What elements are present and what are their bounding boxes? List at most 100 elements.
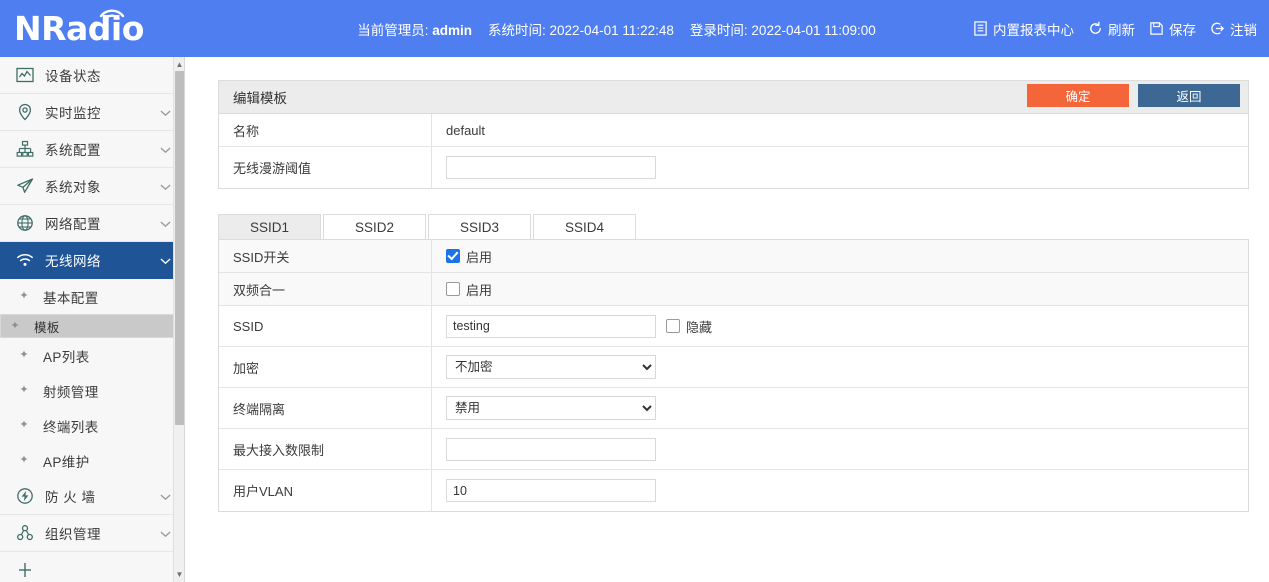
row-label: 最大接入数限制 — [219, 429, 432, 469]
dual-band-checkbox[interactable] — [446, 282, 460, 296]
row-label: 双频合一 — [219, 273, 432, 305]
sidebar-subitem-label: AP维护 — [43, 454, 90, 470]
sidebar-subitem-label: 射频管理 — [43, 384, 99, 400]
system-time-value: 2022-04-01 11:22:48 — [549, 22, 674, 38]
sidebar-item-label: 组织管理 — [45, 527, 101, 542]
row-value: 启用 — [432, 273, 1248, 305]
row-value: 禁用 — [432, 388, 1248, 428]
max-clients-input[interactable] — [446, 437, 656, 461]
sidebar-item-label: 无线网络 — [45, 254, 101, 269]
sidebar-subitem-rf-management[interactable]: ✦ 射频管理 — [0, 373, 184, 408]
save-label: 保存 — [1169, 22, 1196, 38]
sidebar-scrollbar[interactable]: ▲ ▼ — [173, 57, 184, 582]
back-button[interactable]: 返回 — [1138, 84, 1240, 107]
chevron-down-icon — [160, 142, 171, 157]
chevron-down-icon — [160, 489, 171, 504]
sidebar-subitem-ap-maintenance[interactable]: ✦ AP维护 — [0, 443, 184, 478]
sidebar-subitem-label: 模板 — [34, 320, 60, 335]
page-title: 编辑模板 — [233, 91, 287, 106]
save-button[interactable]: 保存 — [1149, 19, 1196, 39]
refresh-button[interactable]: 刷新 — [1088, 19, 1135, 39]
login-time: 登录时间: 2022-04-01 11:09:00 — [690, 19, 876, 39]
ssid-switch-checkbox[interactable] — [446, 249, 460, 263]
refresh-icon — [1088, 21, 1103, 36]
admin-value: admin — [432, 22, 472, 38]
roaming-threshold-input[interactable] — [446, 156, 656, 179]
table-row-client-isolation: 终端隔离 禁用 — [219, 388, 1248, 429]
ssid-hidden-checkbox[interactable] — [666, 319, 680, 333]
scroll-up-arrow-icon[interactable]: ▲ — [174, 58, 184, 71]
report-center-label: 内置报表中心 — [993, 22, 1074, 38]
admin-label: 当前管理员: — [357, 22, 429, 38]
ssid1-form-table: SSID开关 启用 双频合一 启用 SSID testing 隐藏 加密 不加密… — [218, 240, 1249, 512]
tab-ssid4[interactable]: SSID4 — [533, 214, 636, 239]
user-vlan-input[interactable] — [446, 479, 656, 502]
sidebar-item-firewall[interactable]: 防 火 墙 — [0, 478, 184, 515]
tab-ssid1[interactable]: SSID1 — [218, 214, 321, 239]
dual-band-checkbox-group[interactable]: 启用 — [446, 280, 492, 299]
edit-template-panel: 编辑模板 确定 返回 名称 default 无线漫游阈值 SSID1 SSID2… — [218, 80, 1249, 512]
table-row-ssid: SSID 隐藏 — [219, 306, 1248, 347]
row-value — [432, 470, 1248, 511]
report-center-button[interactable]: 内置报表中心 — [973, 19, 1074, 39]
row-label: SSID开关 — [219, 240, 432, 272]
row-label: SSID — [219, 306, 432, 346]
chevron-down-icon — [160, 253, 171, 268]
logout-button[interactable]: 注销 — [1210, 19, 1257, 39]
row-value: 隐藏 — [432, 306, 1248, 346]
row-label: 用户VLAN — [219, 470, 432, 511]
sidebar-item-label: 系统配置 — [45, 143, 101, 158]
row-value — [432, 429, 1248, 469]
bullet-icon: ✦ — [19, 349, 29, 361]
row-label: 加密 — [219, 347, 432, 387]
client-isolation-select[interactable]: 禁用 — [446, 396, 656, 420]
row-value: 启用 — [432, 240, 1248, 272]
sidebar-item-wireless-network[interactable]: 无线网络 — [0, 242, 184, 279]
system-time: 系统时间: 2022-04-01 11:22:48 — [488, 19, 674, 39]
admin-info: 当前管理员: admin — [357, 19, 472, 39]
login-time-label: 登录时间: — [689, 22, 748, 38]
sidebar-subitem-client-list[interactable]: ✦ 终端列表 — [0, 408, 184, 443]
header-actions: 内置报表中心 刷新 保存 注销 — [973, 19, 1269, 39]
logout-icon — [1210, 21, 1225, 36]
login-time-value: 2022-04-01 11:09:00 — [751, 22, 876, 38]
ssid-input[interactable] — [446, 314, 656, 338]
sidebar-item-network-config[interactable]: 网络配置 — [0, 205, 184, 242]
partial-icon — [14, 559, 36, 581]
sidebar-nav: 设备状态 实时监控 系统配置 系统对象 网络配置 无线网络 ✦ 基本配置 ✦ 模… — [0, 57, 185, 582]
refresh-label: 刷新 — [1108, 22, 1135, 38]
table-row-name: 名称 default — [219, 114, 1248, 147]
report-icon — [973, 21, 988, 36]
globe-icon — [14, 212, 36, 234]
sidebar-subitem-template[interactable]: ✦ 模板 — [0, 314, 184, 338]
row-label: 无线漫游阈值 — [219, 147, 432, 188]
ssid-switch-checkbox-group[interactable]: 启用 — [446, 247, 492, 266]
main-content: 编辑模板 确定 返回 名称 default 无线漫游阈值 SSID1 SSID2… — [186, 57, 1269, 582]
row-value: default — [432, 114, 1248, 146]
sidebar-item-system-objects[interactable]: 系统对象 — [0, 168, 184, 205]
scroll-down-arrow-icon[interactable]: ▼ — [174, 568, 184, 581]
sidebar-item-system-config[interactable]: 系统配置 — [0, 131, 184, 168]
sidebar-subitem-basic-config[interactable]: ✦ 基本配置 — [0, 279, 184, 314]
tab-ssid3[interactable]: SSID3 — [428, 214, 531, 239]
bullet-icon: ✦ — [10, 319, 20, 332]
table-row-user-vlan: 用户VLAN — [219, 470, 1248, 511]
sidebar-item-label: 网络配置 — [45, 217, 101, 232]
row-value: 不加密 — [432, 347, 1248, 387]
sidebar-item-org-management[interactable]: 组织管理 — [0, 515, 184, 552]
sidebar-item-realtime-monitor[interactable]: 实时监控 — [0, 94, 184, 131]
scrollbar-thumb[interactable] — [175, 71, 184, 425]
brand-logo[interactable]: NRadio — [0, 0, 200, 57]
row-label: 终端隔离 — [219, 388, 432, 428]
tab-ssid2[interactable]: SSID2 — [323, 214, 426, 239]
ssid-hidden-checkbox-group[interactable]: 隐藏 — [666, 317, 712, 336]
sidebar-item-partial[interactable] — [0, 552, 184, 582]
bullet-icon: ✦ — [19, 419, 29, 431]
encryption-select[interactable]: 不加密 — [446, 355, 656, 379]
confirm-button[interactable]: 确定 — [1027, 84, 1129, 107]
bullet-icon: ✦ — [19, 454, 29, 466]
chevron-down-icon — [160, 526, 171, 541]
wifi-icon — [14, 249, 36, 271]
sidebar-item-device-status[interactable]: 设备状态 — [0, 57, 184, 94]
sidebar-subitem-ap-list[interactable]: ✦ AP列表 — [0, 338, 184, 373]
